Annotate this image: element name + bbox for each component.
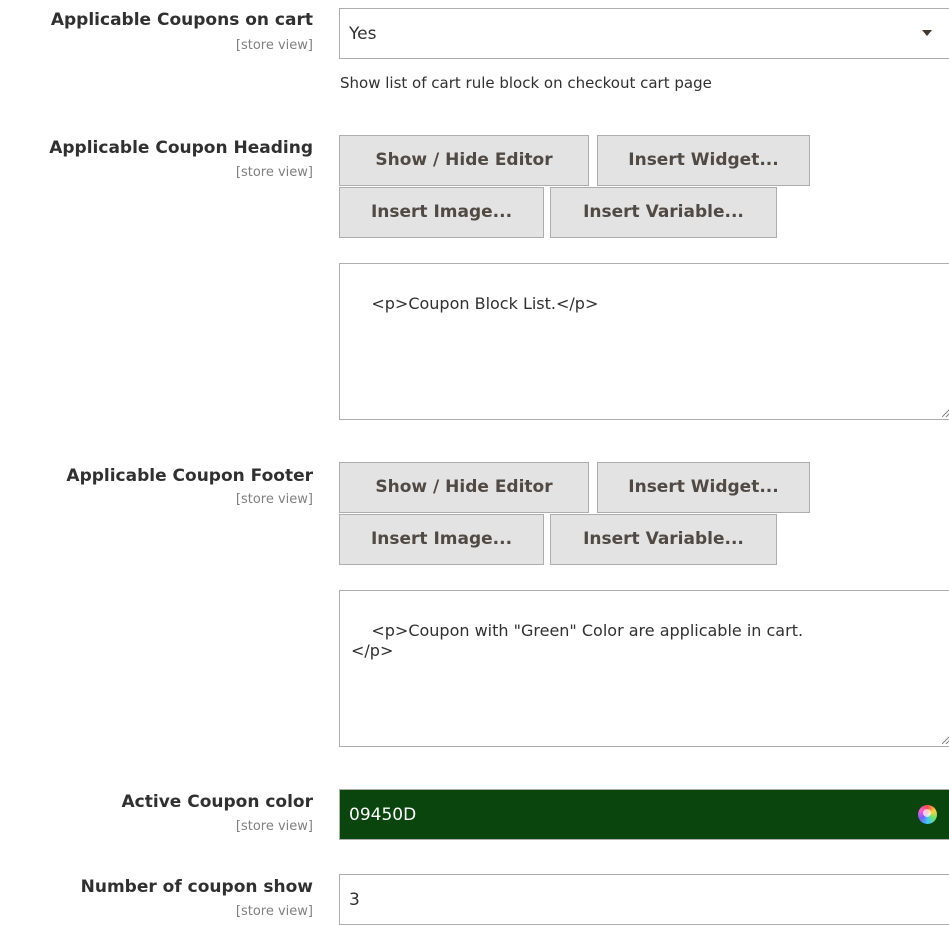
field-label: Active Coupon color [121,792,314,812]
insert-variable-button[interactable]: Insert Variable... [550,514,777,565]
scope-label: [store view] [235,904,313,919]
insert-widget-button[interactable]: Insert Widget... [597,135,810,186]
field-label: Applicable Coupons on cart [50,10,313,30]
textarea-value: <p>Coupon Block List.</p> [371,294,599,313]
show-hide-editor-button[interactable]: Show / Hide Editor [339,135,589,186]
field-note: Show list of cart rule block on checkout… [340,74,712,92]
scope-label: [store view] [235,819,313,834]
input-value: 3 [349,890,360,910]
field-label: Applicable Coupon Footer [66,466,313,486]
color-value: 09450D [349,805,417,825]
scope-label: [store view] [235,492,313,507]
coupon-footer-textarea[interactable]: <p>Coupon with "Green" Color are applica… [339,590,949,747]
scope-label: [store view] [235,165,313,180]
active-coupon-color-input[interactable]: 09450D [339,789,949,840]
field-label: Number of coupon show [80,877,313,897]
select-value: Yes [349,24,377,44]
coupon-heading-textarea[interactable]: <p>Coupon Block List.</p> [339,263,949,420]
resize-handle-icon[interactable] [942,409,949,417]
chevron-down-icon [922,30,932,36]
show-hide-editor-button[interactable]: Show / Hide Editor [339,462,589,513]
insert-variable-button[interactable]: Insert Variable... [550,187,777,238]
insert-image-button[interactable]: Insert Image... [339,187,544,238]
color-picker-icon[interactable] [918,805,937,824]
insert-image-button[interactable]: Insert Image... [339,514,544,565]
applicable-coupons-select[interactable]: Yes [339,8,949,59]
number-of-coupon-input[interactable]: 3 [339,874,949,925]
scope-label: [store view] [235,38,313,53]
insert-widget-button[interactable]: Insert Widget... [597,462,810,513]
resize-handle-icon[interactable] [942,736,949,744]
textarea-value: <p>Coupon with "Green" Color are applica… [351,621,804,660]
field-label: Applicable Coupon Heading [49,138,313,158]
